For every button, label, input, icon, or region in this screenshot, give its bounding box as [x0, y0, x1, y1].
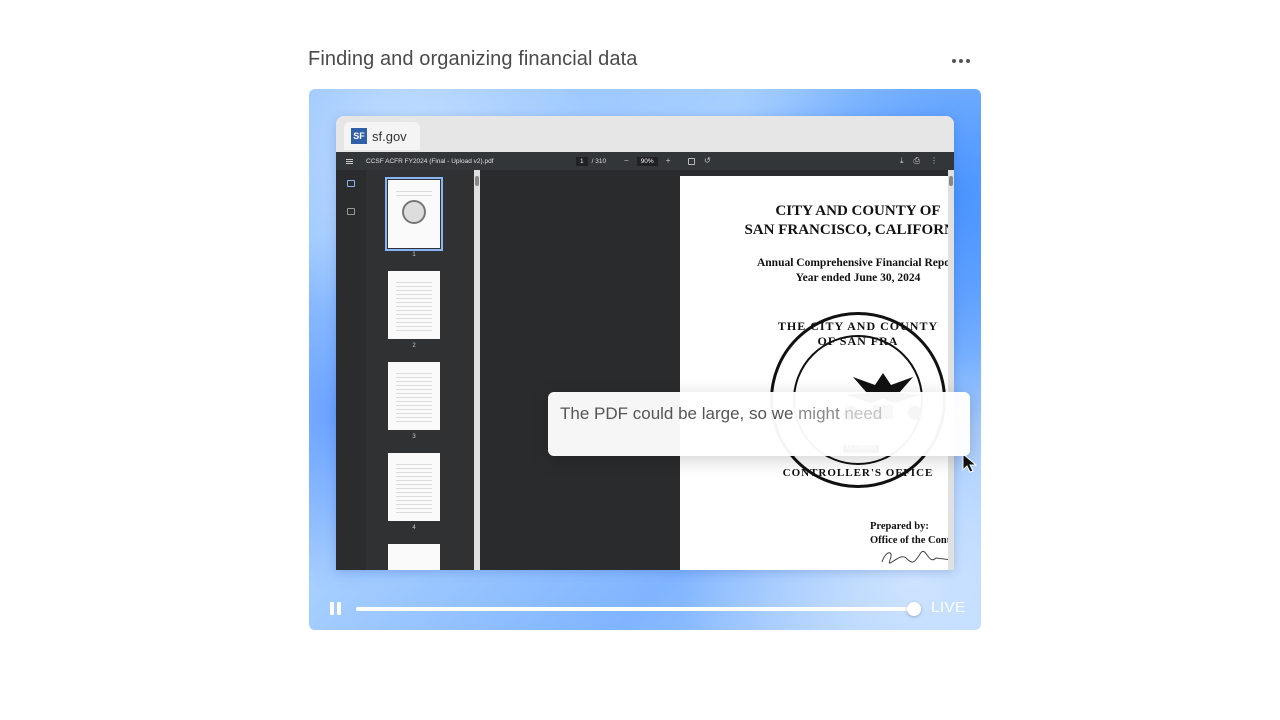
thumbnail-number: 1 — [412, 252, 416, 258]
seal-text-bottom: CONTROLLER'S OFFICE — [782, 467, 934, 479]
report-title: CITY AND COUNTY OF SAN FRANCISCO, CALIFO… — [744, 203, 954, 238]
fit-page-icon[interactable] — [688, 157, 695, 165]
print-icon[interactable]: ⎙ — [914, 157, 920, 165]
thumbnail-number: 4 — [412, 525, 416, 531]
view-controls: ↺ — [688, 152, 711, 170]
report-subtitle: Annual Comprehensive Financial Report Ye… — [756, 257, 954, 284]
caption-text-fading: might — [798, 404, 845, 423]
sidebar-strip — [336, 170, 366, 570]
caption-overlay: The PDF could be large, so we might need — [548, 392, 970, 456]
rotate-icon[interactable]: ↺ — [704, 157, 711, 165]
sf-logo-icon: SF — [351, 128, 367, 144]
zoom-level[interactable]: 90% — [636, 156, 658, 166]
thumbnail-page[interactable] — [388, 544, 440, 570]
document-scrollbar[interactable] — [948, 170, 954, 570]
prepared-by: Prepared by: Office of the Controller — [870, 521, 954, 546]
player-controls: LIVE — [309, 594, 981, 630]
live-badge: LIVE — [931, 599, 966, 616]
progress-handle[interactable] — [907, 602, 921, 616]
thumbnail-page[interactable] — [388, 271, 440, 339]
pdf-page: CITY AND COUNTY OF SAN FRANCISCO, CALIFO… — [680, 176, 954, 570]
progress-fill — [356, 607, 914, 611]
pdf-toolbar: CCSF ACFR FY2024 (Final - Upload v2).pdf… — [336, 152, 954, 170]
video-player: SF sf.gov CCSF ACFR FY2024 (Final - Uplo… — [309, 89, 981, 630]
more-vertical-icon[interactable]: ⋮ — [930, 157, 938, 165]
thumbnail-page[interactable] — [385, 177, 443, 251]
more-horizontal-icon[interactable] — [946, 50, 976, 72]
progress-track[interactable] — [356, 602, 921, 616]
browser-tab-bar: SF sf.gov — [336, 116, 954, 152]
total-pages: / 310 — [591, 157, 607, 165]
document-area: CITY AND COUNTY OF SAN FRANCISCO, CALIFO… — [480, 170, 954, 570]
thumbnail-page[interactable] — [388, 362, 440, 430]
thumbnail-number: 3 — [412, 434, 416, 440]
file-actions: ⤓ ⎙ ⋮ — [900, 152, 938, 170]
outline-icon[interactable] — [347, 208, 355, 215]
zoom-in-button[interactable]: + — [666, 157, 671, 165]
pause-icon[interactable] — [330, 602, 344, 616]
zoom-out-button[interactable]: − — [624, 157, 629, 165]
caption-text-faded: need — [844, 404, 883, 423]
browser-window: SF sf.gov CCSF ACFR FY2024 (Final - Uplo… — [336, 116, 954, 570]
signature-icon — [881, 551, 954, 564]
thumbnails-icon[interactable] — [347, 180, 355, 187]
tab-label: sf.gov — [372, 128, 407, 144]
caption-text: The PDF could be large, so we — [560, 404, 799, 423]
page-title: Finding and organizing financial data — [308, 48, 638, 70]
page-indicator: 1 / 310 — [576, 152, 606, 170]
thumbnail-panel: 1 2 3 4 — [366, 170, 474, 570]
menu-icon[interactable] — [346, 152, 356, 170]
browser-tab[interactable]: SF sf.gov — [344, 122, 420, 150]
thumbnail-page[interactable] — [388, 453, 440, 521]
page-number-input[interactable]: 1 — [576, 156, 588, 166]
pdf-filename: CCSF ACFR FY2024 (Final - Upload v2).pdf — [366, 157, 494, 165]
pdf-viewer: 1 2 3 4 CITY AND COUNTY OF SAN FRANCISCO… — [336, 170, 954, 570]
download-icon[interactable]: ⤓ — [900, 157, 904, 165]
thumbnail-number: 2 — [412, 343, 416, 349]
zoom-controls: − 90% + — [624, 152, 670, 170]
